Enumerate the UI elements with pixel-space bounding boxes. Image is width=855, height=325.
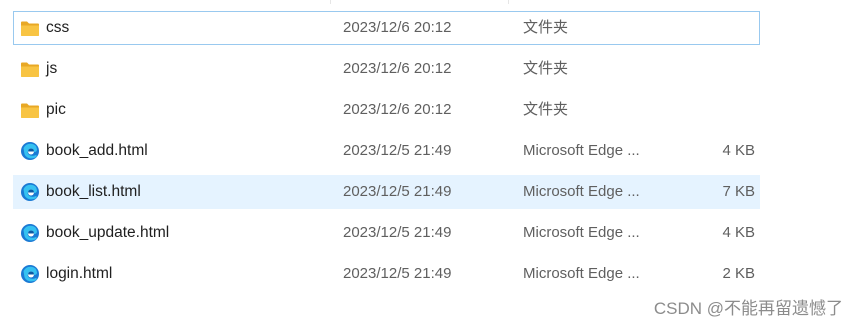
edge-html-icon: [19, 181, 41, 203]
file-date: 2023/12/6 20:12: [343, 19, 452, 36]
column-divider: [508, 0, 509, 4]
file-row-book-add[interactable]: book_add.html 2023/12/5 21:49 Microsoft …: [13, 134, 760, 168]
file-date: 2023/12/5 21:49: [343, 265, 452, 282]
file-type: Microsoft Edge ...: [523, 183, 640, 200]
file-row-login[interactable]: login.html 2023/12/5 21:49 Microsoft Edg…: [13, 257, 760, 291]
edge-html-icon: [19, 222, 41, 244]
file-type: 文件夹: [523, 101, 569, 118]
file-name: js: [46, 60, 58, 77]
file-type: Microsoft Edge ...: [523, 224, 640, 241]
file-size: 4 KB: [722, 224, 755, 241]
folder-icon: [19, 17, 41, 39]
file-date: 2023/12/6 20:12: [343, 60, 452, 77]
file-name: book_list.html: [46, 183, 141, 200]
watermark: CSDN @不能再留遗憾了: [653, 299, 843, 318]
file-type: 文件夹: [523, 60, 569, 77]
file-list: css 2023/12/6 20:12 文件夹 js 2023/12/6 20:…: [0, 0, 855, 325]
file-name: login.html: [46, 265, 113, 282]
file-name: css: [46, 19, 70, 36]
file-type: 文件夹: [523, 19, 569, 36]
file-date: 2023/12/5 21:49: [343, 142, 452, 159]
file-size: 7 KB: [722, 183, 755, 200]
file-row-book-list[interactable]: book_list.html 2023/12/5 21:49 Microsoft…: [13, 175, 760, 209]
file-type: Microsoft Edge ...: [523, 265, 640, 282]
file-date: 2023/12/5 21:49: [343, 224, 452, 241]
file-type: Microsoft Edge ...: [523, 142, 640, 159]
column-divider: [330, 0, 331, 4]
file-date: 2023/12/6 20:12: [343, 101, 452, 118]
file-row-pic[interactable]: pic 2023/12/6 20:12 文件夹: [13, 93, 760, 127]
file-row-book-update[interactable]: book_update.html 2023/12/5 21:49 Microso…: [13, 216, 760, 250]
file-name: pic: [46, 101, 66, 118]
folder-icon: [19, 58, 41, 80]
file-size: 4 KB: [722, 142, 755, 159]
file-name: book_update.html: [46, 224, 170, 241]
file-row-css[interactable]: css 2023/12/6 20:12 文件夹: [13, 11, 760, 45]
edge-html-icon: [19, 263, 41, 285]
folder-icon: [19, 99, 41, 121]
file-size: 2 KB: [722, 265, 755, 282]
file-name: book_add.html: [46, 142, 148, 159]
file-date: 2023/12/5 21:49: [343, 183, 452, 200]
edge-html-icon: [19, 140, 41, 162]
file-row-js[interactable]: js 2023/12/6 20:12 文件夹: [13, 52, 760, 86]
